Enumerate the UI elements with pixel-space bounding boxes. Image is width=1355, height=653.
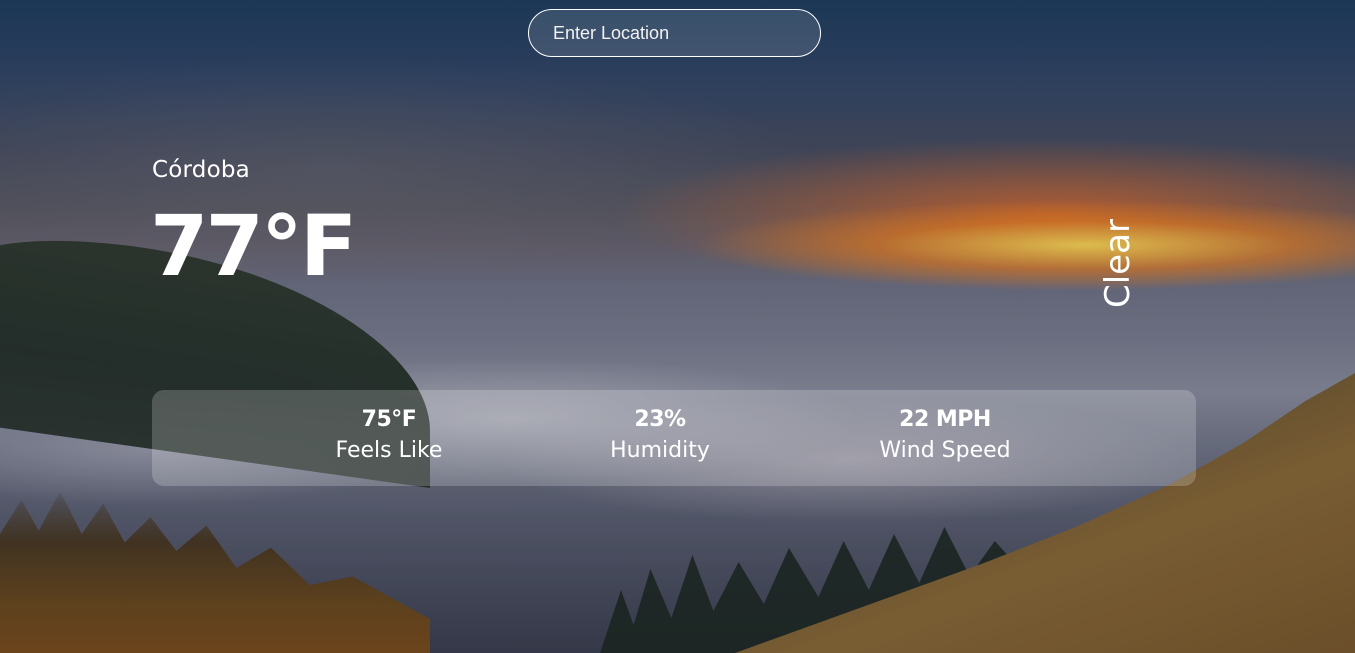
feels-like-stat: 75°F Feels Like xyxy=(279,406,499,468)
location-search-input[interactable] xyxy=(528,9,821,57)
weather-stats-panel: 75°F Feels Like 23% Humidity 22 MPH Wind… xyxy=(152,390,1196,486)
humidity-value: 23% xyxy=(634,407,686,432)
background-landscape-image xyxy=(0,0,1355,653)
humidity-label: Humidity xyxy=(610,438,710,463)
wind-speed-stat: 22 MPH Wind Speed xyxy=(835,406,1055,468)
weather-condition: Clear xyxy=(1098,219,1138,308)
search-bar xyxy=(528,9,821,57)
current-temperature: 77°F xyxy=(150,197,357,295)
feels-like-label: Feels Like xyxy=(335,438,443,463)
wind-speed-value: 22 MPH xyxy=(899,407,991,432)
background-shade xyxy=(0,0,1355,653)
feels-like-value: 75°F xyxy=(361,407,417,432)
location-name: Córdoba xyxy=(152,157,250,183)
wind-speed-label: Wind Speed xyxy=(879,438,1011,463)
humidity-stat: 23% Humidity xyxy=(550,406,770,468)
